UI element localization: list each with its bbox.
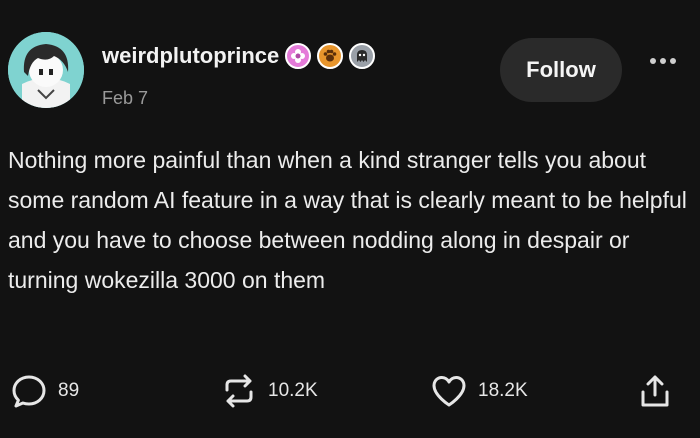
- action-bar: 89 10.2K 18.2K: [0, 372, 700, 422]
- repost-count: 10.2K: [268, 380, 318, 401]
- ghost-badge-icon[interactable]: [349, 43, 376, 69]
- post-text: Nothing more painful than when a kind st…: [8, 147, 687, 293]
- share-button[interactable]: [636, 372, 674, 410]
- orange-paw-badge-icon[interactable]: [317, 43, 344, 69]
- repost-button[interactable]: 10.2K: [220, 372, 318, 410]
- username-row: weirdplutoprince: [102, 40, 376, 72]
- reply-button[interactable]: 89: [10, 372, 79, 410]
- username[interactable]: weirdplutoprince: [102, 43, 279, 69]
- post-card: weirdplutoprince Feb 7 Follow Nothing mo…: [0, 0, 700, 438]
- avatar-illustration: [8, 32, 84, 108]
- heart-icon: [432, 376, 466, 407]
- reply-count: 89: [58, 380, 80, 401]
- post-date[interactable]: Feb 7: [102, 88, 375, 109]
- post-header: weirdplutoprince Feb 7 Follow: [8, 32, 692, 112]
- pink-flower-badge-icon[interactable]: [285, 43, 312, 69]
- user-info: weirdplutoprince Feb 7: [102, 40, 376, 109]
- like-button[interactable]: 18.2K: [430, 372, 528, 410]
- share-icon: [641, 375, 669, 407]
- repost-icon: [225, 374, 253, 408]
- speech-bubble-icon: [12, 375, 46, 408]
- more-dots-icon[interactable]: [650, 58, 676, 64]
- avatar[interactable]: [8, 32, 84, 108]
- like-count: 18.2K: [478, 380, 528, 401]
- follow-button[interactable]: Follow: [500, 38, 622, 102]
